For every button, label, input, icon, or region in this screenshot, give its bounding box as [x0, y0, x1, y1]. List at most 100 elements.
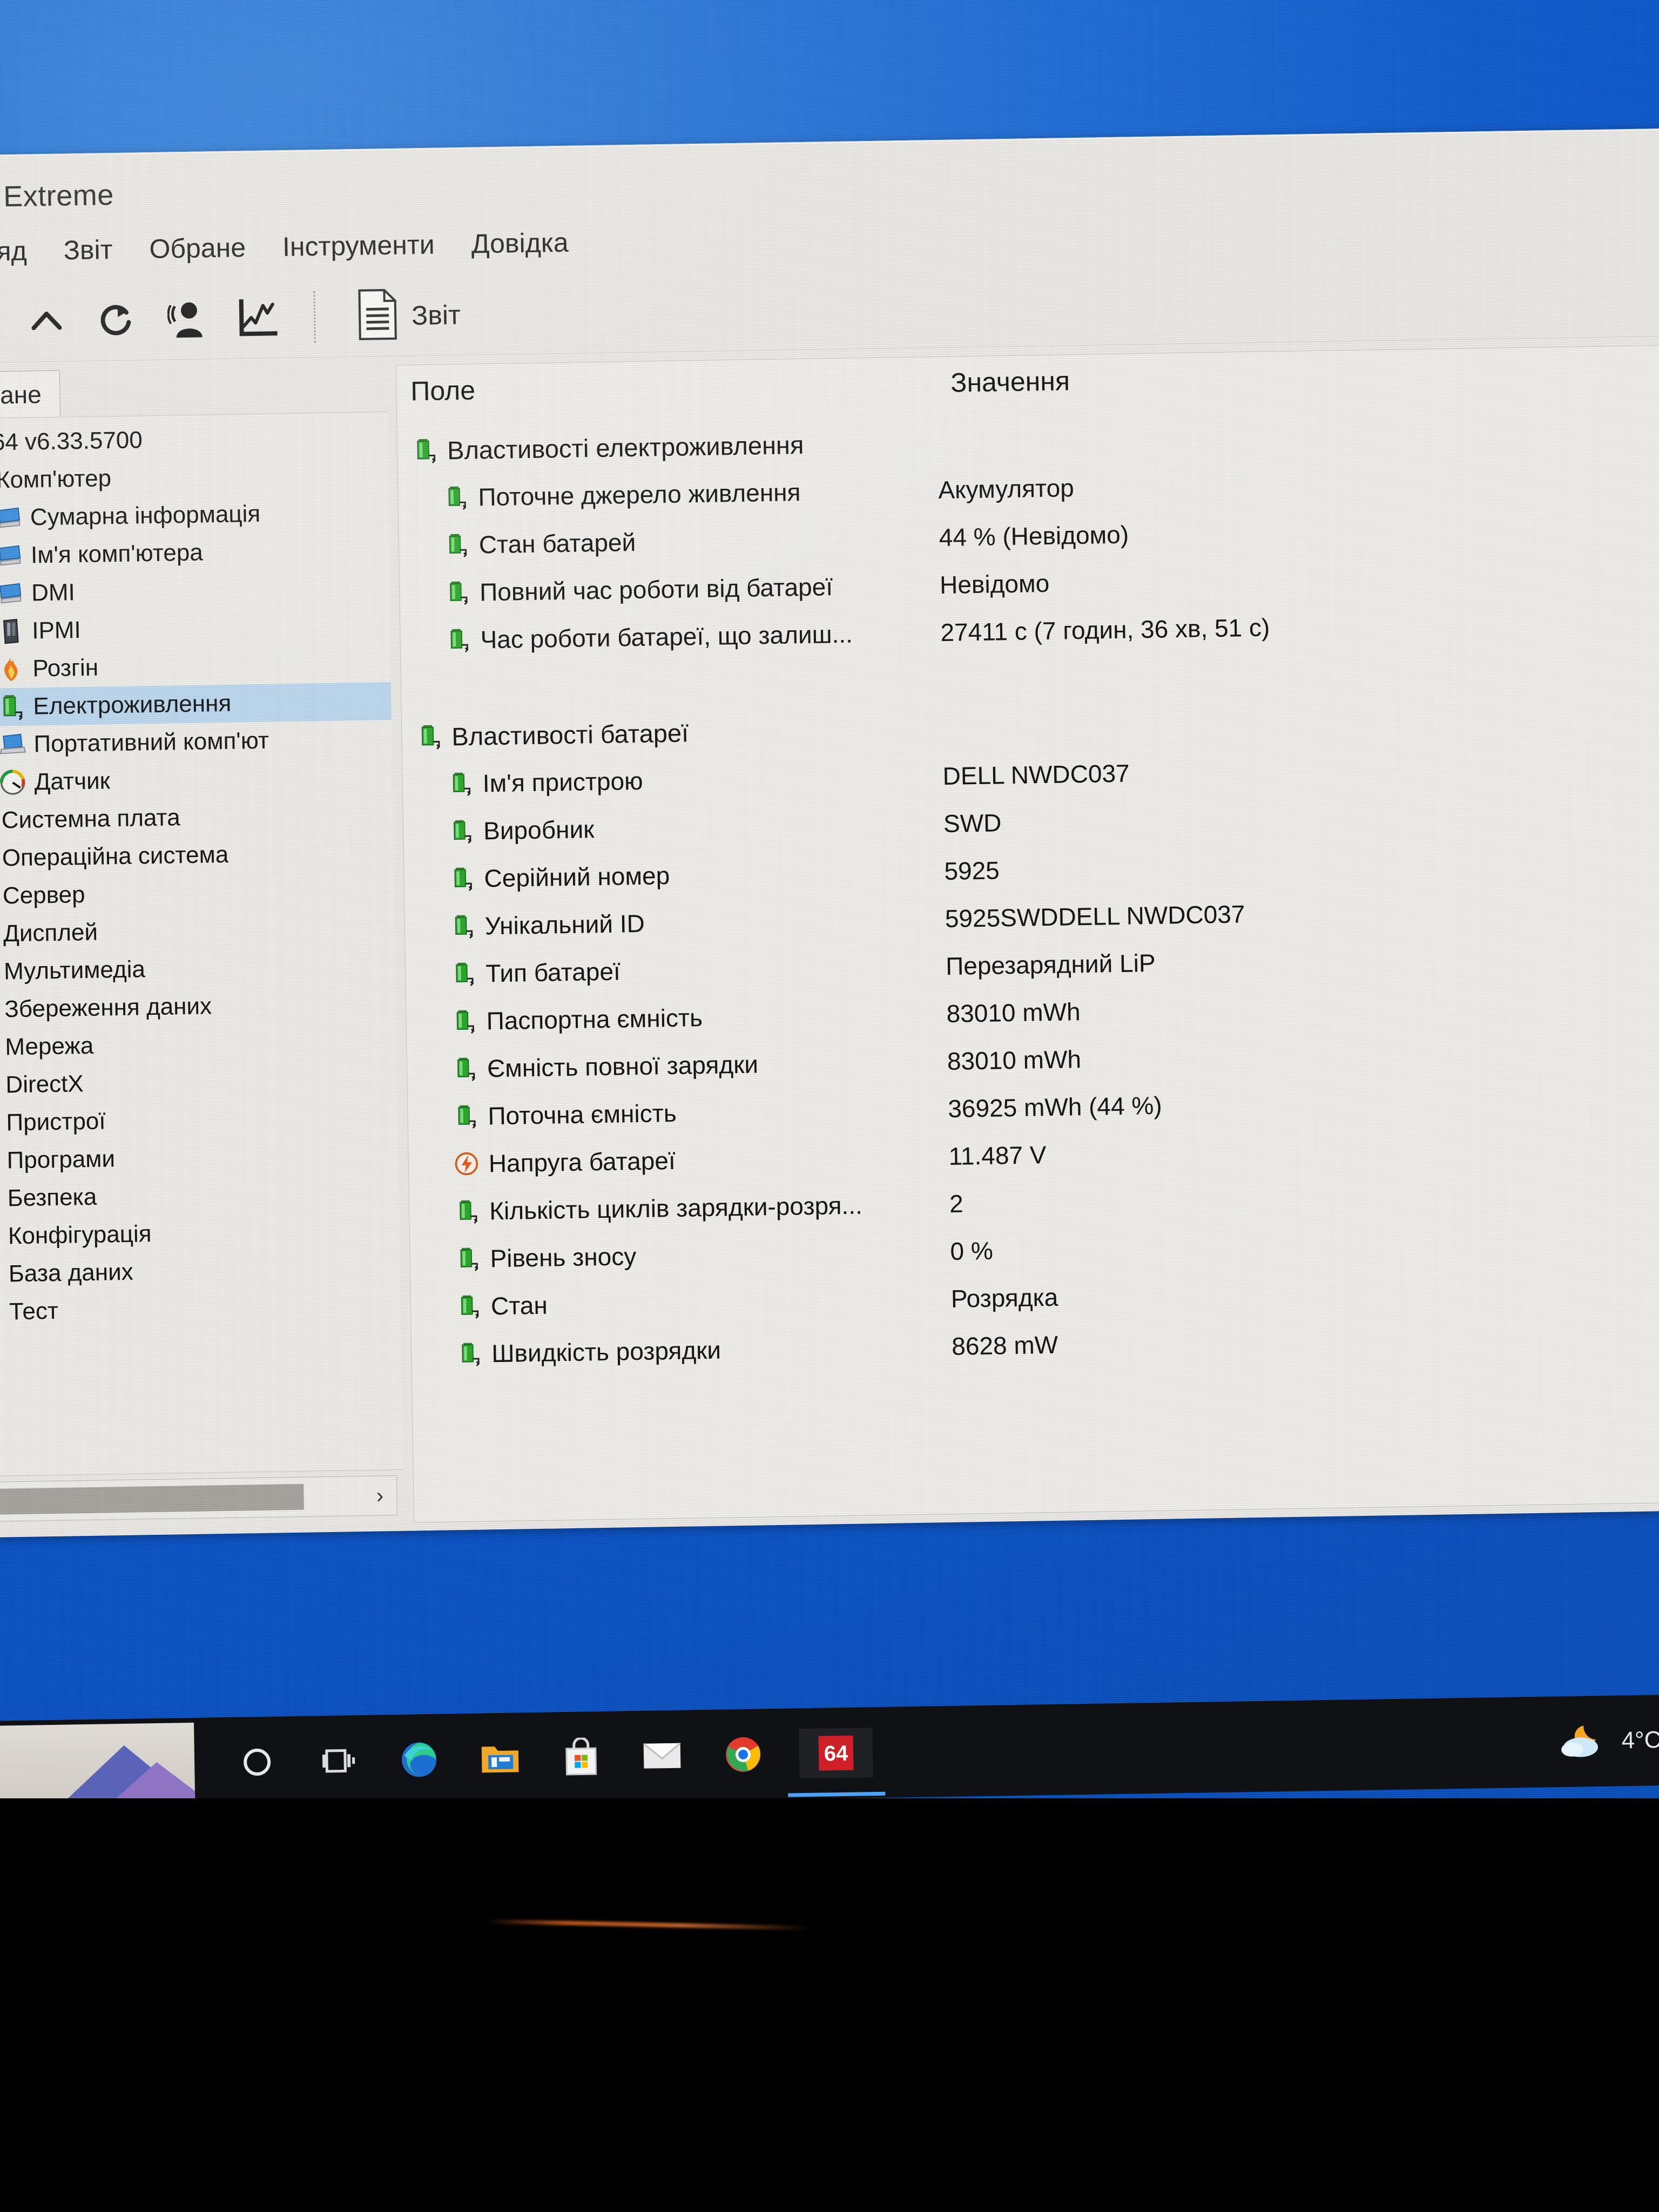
scroll-right-arrow[interactable]: › [363, 1483, 397, 1508]
row-field: Кількість циклів зарядки-розря... [409, 1189, 950, 1227]
row-field: Напруга батареї [408, 1142, 949, 1179]
row-field-label: Кількість циклів зарядки-розря... [489, 1191, 863, 1225]
desktop-screen: 64 Extreme игляд Звіт Обране Інструменти… [0, 0, 1659, 1828]
sidebar-item[interactable]: ›Мережа [0, 1022, 397, 1067]
sidebar-item[interactable]: ›Конфігурація [0, 1211, 400, 1256]
battery-icon [447, 864, 477, 894]
sidebar-item[interactable]: ›Програми [0, 1136, 399, 1181]
task-view-icon[interactable] [313, 1736, 363, 1786]
group-field: Властивості електроживлення [397, 428, 938, 466]
group-title: Властивості батареї [451, 718, 689, 751]
up-icon[interactable] [23, 298, 70, 345]
chrome-icon[interactable] [718, 1729, 768, 1779]
column-header-value[interactable]: Значення [950, 355, 1659, 399]
aida64-icon[interactable]: 64 [799, 1728, 873, 1779]
sidebar-item[interactable]: DMI [0, 569, 390, 613]
sidebar-item[interactable]: ›Мультимедіа [0, 947, 396, 992]
gauge-icon [0, 767, 28, 798]
database-icon [0, 1259, 2, 1290]
sidebar-item-label: DirectX [5, 1070, 84, 1098]
report-button[interactable]: Звіт [348, 287, 469, 343]
group-field: Властивості батареї [402, 714, 942, 752]
weather-temperature-label[interactable]: 4°C Mo [1621, 1726, 1659, 1754]
sidebar-item-label: Мережа [4, 1032, 94, 1061]
sidebar-item[interactable]: ›База даних [0, 1249, 400, 1294]
store-icon[interactable] [556, 1732, 606, 1782]
row-field-label: Унікальний ID [484, 909, 645, 940]
menu-item-view[interactable]: игляд [0, 232, 31, 271]
column-header-field[interactable]: Поле [410, 367, 951, 407]
sidebar-item-label: Конфігурація [8, 1220, 152, 1250]
group-value [942, 716, 1659, 729]
photo-of-screen: 64 Extreme игляд Звіт Обране Інструменти… [0, 0, 1659, 2212]
sidebar-item[interactable]: ›DirectX [0, 1060, 397, 1105]
window-body: Обране DA64 v6.33.5700 Комп'ютер Сумарна … [0, 335, 1659, 1533]
battery-icon [455, 1339, 484, 1369]
sidebar-item[interactable]: ›Системна плата [0, 795, 393, 840]
sidebar-item-label: Пристрої [6, 1108, 106, 1136]
config-icon [0, 1222, 2, 1252]
row-value: 5925SWDDELL NWDC037 [945, 900, 1245, 933]
sidebar-item[interactable]: ›Безпека [0, 1174, 399, 1218]
row-value: 83010 mWh [947, 1045, 1082, 1075]
search-icon[interactable] [232, 1737, 282, 1787]
scrollbar-track[interactable] [0, 1481, 363, 1517]
sidebar-item[interactable]: Електроживлення [0, 682, 392, 727]
sidebar-item[interactable]: ›Збереження даних [0, 984, 396, 1029]
row-value: DELL NWDC037 [942, 759, 1130, 791]
sidebar-item[interactable]: Сумарна інформація [0, 493, 388, 538]
chart-icon[interactable] [234, 294, 281, 341]
mail-icon[interactable] [637, 1731, 687, 1781]
sidebar-item[interactable]: ›Дисплей [0, 909, 395, 954]
row-field-label: Повний час роботи від батареї [479, 572, 833, 606]
file-explorer-icon[interactable] [475, 1733, 525, 1783]
monitor-icon [0, 578, 25, 609]
sidebar-item[interactable]: Ім'я комп'ютера [0, 531, 389, 576]
row-field: Стан батарей [399, 523, 939, 561]
sidebar-item[interactable]: Комп'ютер [0, 455, 388, 500]
menu-item-favorites[interactable]: Обране [145, 228, 251, 268]
row-field-label: Швидкість розрядки [491, 1336, 721, 1368]
row-field-label: Тип батареї [485, 957, 621, 988]
battery-icon [442, 530, 471, 560]
sidebar-item[interactable]: ›Сервер [0, 871, 394, 916]
battery-icon [0, 692, 27, 723]
sidebar-item-label: Безпека [7, 1183, 97, 1212]
window-preview-thumbnail[interactable] [0, 1722, 195, 1808]
row-field: Ємність повної зарядки [407, 1047, 948, 1084]
sidebar-item-label: Дисплей [3, 919, 98, 947]
sidebar-item[interactable]: Розгін [0, 644, 391, 689]
user-icon[interactable] [164, 295, 211, 342]
sidebar-item[interactable]: Портативний комп'ют [0, 720, 392, 765]
row-value: 44 % (Невідомо) [939, 520, 1129, 552]
row-field-label: Рівень зносу [490, 1242, 637, 1273]
edge-icon[interactable] [394, 1735, 444, 1785]
sidebar-item[interactable]: IPMI [0, 606, 390, 651]
refresh-icon[interactable] [93, 296, 140, 343]
row-field: Повний час роботи від батареї [400, 570, 940, 608]
sidebar-item-label: Комп'ютер [0, 465, 112, 494]
row-value: SWD [943, 808, 1002, 838]
sidebar-item-label: Системна плата [1, 804, 180, 834]
laptop-icon [0, 730, 28, 760]
tree-version-row: DA64 v6.33.5700 [0, 417, 387, 462]
weather-cloud-icon[interactable] [1557, 1721, 1608, 1762]
row-field: Час роботи батареї, що залиш... [400, 618, 941, 656]
scrollbar-thumb[interactable] [0, 1483, 305, 1515]
sidebar-item[interactable]: ›Операційна система [0, 833, 394, 878]
sidebar-item[interactable]: Датчик [0, 758, 393, 802]
menu-item-help[interactable]: Довідка [467, 224, 573, 263]
group-value [938, 430, 1659, 442]
sidebar-horizontal-scrollbar[interactable]: ‹ › [0, 1475, 398, 1523]
sidebar-item-label: Програми [6, 1145, 116, 1174]
sidebar-item-label: Ім'я комп'ютера [30, 539, 204, 569]
navigation-tree[interactable]: DA64 v6.33.5700 Комп'ютер Сумарна інформа… [0, 412, 403, 1478]
sidebar-item[interactable]: ›Пристрої [0, 1098, 398, 1143]
server-icon [0, 616, 26, 647]
sidebar: Обране DA64 v6.33.5700 Комп'ютер Сумарна … [0, 365, 404, 1530]
sidebar-item[interactable]: ›Тест [0, 1287, 401, 1332]
report-document-icon [357, 288, 398, 343]
menu-item-report[interactable]: Звіт [59, 231, 117, 269]
menu-item-tools[interactable]: Інструменти [278, 226, 439, 266]
tab-favorites[interactable]: Обране [0, 370, 61, 419]
